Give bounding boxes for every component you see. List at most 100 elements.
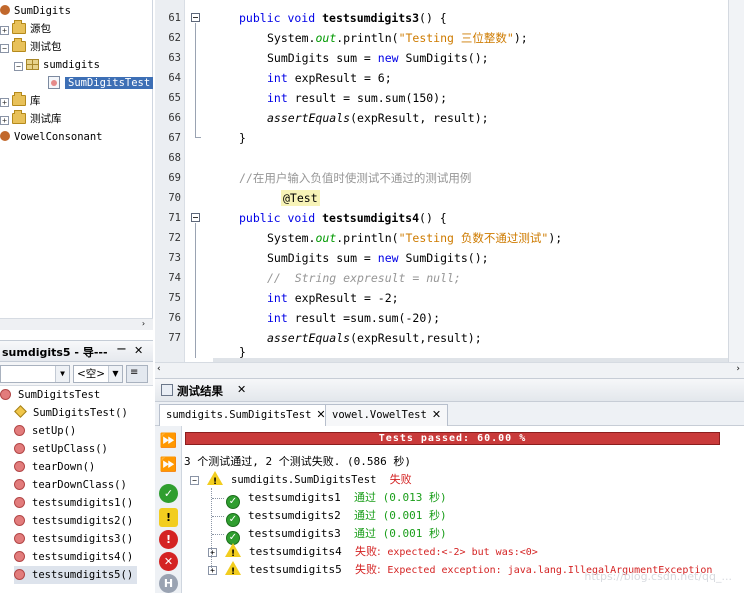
method-icon xyxy=(14,461,25,472)
tree-item-source-packages[interactable]: + 源包 xyxy=(0,20,51,38)
method-icon xyxy=(14,533,25,544)
expand-icon[interactable]: + xyxy=(0,26,9,35)
code-line: int expResult = -2; xyxy=(267,291,399,305)
fold-toggle-icon[interactable] xyxy=(191,213,200,222)
test-results-toolbar: ⏩ ⏩ ✓ ! ! ✕ H xyxy=(155,426,182,593)
test-results-title[interactable]: 测试结果 xyxy=(177,383,223,399)
code-line: } xyxy=(239,131,246,145)
fold-guide xyxy=(195,223,196,358)
line-number: 71 xyxy=(168,212,181,224)
method-icon xyxy=(14,569,25,580)
test-results-icon xyxy=(161,384,173,396)
nav-member-item[interactable]: setUp() xyxy=(14,422,76,440)
code-line: SumDigits sum = new SumDigits(); xyxy=(267,51,489,65)
show-skipped-icon[interactable]: H xyxy=(159,574,178,593)
watermark: https://blog.csdn.net/qq_... xyxy=(584,570,732,583)
code-line: SumDigits sum = new SumDigits(); xyxy=(267,251,489,265)
scroll-right-icon[interactable]: › xyxy=(736,364,740,374)
line-number: 70 xyxy=(168,192,181,204)
test-results-tabs: sumdigits.SumDigitsTest ✕ vowel.VowelTest… xyxy=(155,402,744,427)
folder-icon xyxy=(12,20,26,34)
code-editor[interactable]: 61 62 63 64 65 66 67 68 69 70 71 72 73 7… xyxy=(155,0,744,362)
show-failed-icon[interactable]: ! xyxy=(159,508,178,527)
tree-item-vowelconsonant-project[interactable]: VowelConsonant xyxy=(0,128,103,146)
test-row[interactable]: ✓ testsumdigits3 通过 (0.001 秒) xyxy=(226,525,447,545)
nav-member-item-selected[interactable]: testsumdigits5() xyxy=(14,566,138,584)
code-line: public void testsumdigits4() { xyxy=(239,211,447,225)
member-scope-select[interactable]: ▼ xyxy=(0,365,70,383)
error-stripe[interactable] xyxy=(728,0,744,362)
tree-item-test-libraries[interactable]: + 测试库 xyxy=(0,110,62,128)
line-number: 62 xyxy=(168,32,181,44)
nav-member-item[interactable]: SumDigitsTest() xyxy=(14,404,128,422)
fold-margin xyxy=(185,0,211,362)
line-number: 69 xyxy=(168,172,181,184)
nav-member-item[interactable]: tearDown() xyxy=(14,458,95,476)
class-icon xyxy=(0,389,11,400)
nav-member-item[interactable]: tearDownClass() xyxy=(14,476,127,494)
nav-member-item[interactable]: testsumdigits2() xyxy=(14,512,133,530)
code-line: assertEquals(expResult,result); xyxy=(267,331,482,345)
tab-sumdigits-test[interactable]: sumdigits.SumDigitsTest ✕ xyxy=(159,404,333,427)
code-line: // String expresult = null; xyxy=(267,271,461,285)
method-icon xyxy=(14,497,25,508)
nav-member-item[interactable]: setUpClass() xyxy=(14,440,108,458)
code-line: public void testsumdigits3() { xyxy=(239,11,447,25)
show-passed-icon[interactable]: ✓ xyxy=(159,484,178,503)
code-line: assertEquals(expResult, result); xyxy=(267,111,489,125)
collapse-icon[interactable]: − xyxy=(14,62,23,71)
expand-icon[interactable]: + xyxy=(0,116,9,125)
line-number: 75 xyxy=(168,292,181,304)
code-line: System.out.println("Testing 负数不通过测试"); xyxy=(267,231,563,245)
fold-toggle-icon[interactable] xyxy=(191,13,200,22)
java-project-icon xyxy=(0,131,10,141)
filter-select[interactable]: <空> ▼ xyxy=(73,365,123,383)
horizontal-scrollbar[interactable]: › xyxy=(0,318,153,330)
navigator-toolbar: ▼ <空> ▼ ≡ xyxy=(0,362,153,386)
sort-button[interactable]: ≡ xyxy=(126,365,148,383)
navigator-member-list: SumDigitsTest SumDigitsTest() setUp() se… xyxy=(0,386,153,593)
editor-status-strip: ‹ › xyxy=(155,362,744,378)
line-number: 77 xyxy=(168,332,181,344)
tree-item-sumdigitstest[interactable]: SumDigitsTest xyxy=(48,74,154,92)
close-icon[interactable]: ✕ xyxy=(237,383,246,396)
collapse-icon[interactable]: − xyxy=(0,44,9,53)
fold-guide xyxy=(195,23,196,137)
scroll-left-icon[interactable]: ‹ xyxy=(157,364,161,374)
tree-guide xyxy=(212,534,224,535)
library-folder-icon xyxy=(12,110,26,124)
warning-icon xyxy=(207,471,223,491)
rerun-icon[interactable]: ⏩ xyxy=(159,432,178,451)
nav-member-item[interactable]: testsumdigits4() xyxy=(14,548,133,566)
close-icon[interactable]: ✕ xyxy=(432,408,441,421)
expand-icon[interactable]: + xyxy=(208,566,217,575)
test-suite-row[interactable]: −sumdigits.SumDigitsTest 失败 xyxy=(190,471,412,491)
minimize-button[interactable]: − xyxy=(116,342,127,357)
test-row[interactable]: ✓ testsumdigits2 通过 (0.001 秒) xyxy=(226,507,447,527)
tab-vowel-test[interactable]: vowel.VowelTest ✕ xyxy=(325,404,449,426)
line-number: 65 xyxy=(168,92,181,104)
fold-guide xyxy=(195,137,201,138)
collapse-icon[interactable]: − xyxy=(190,476,199,485)
test-row-failed[interactable]: +testsumdigits4 失败: expected:<-2> but wa… xyxy=(208,543,538,563)
line-number: 68 xyxy=(168,152,181,164)
tree-item-sumdigits-project[interactable]: SumDigits xyxy=(0,2,71,20)
nav-class-item[interactable]: SumDigitsTest xyxy=(0,386,100,404)
close-button[interactable]: ✕ xyxy=(134,344,143,357)
expand-icon[interactable]: + xyxy=(208,548,217,557)
rerun-failed-icon[interactable]: ⏩ xyxy=(159,456,178,475)
nav-member-item[interactable]: testsumdigits3() xyxy=(14,530,133,548)
warning-icon xyxy=(225,561,241,581)
nav-member-item[interactable]: testsumdigits1() xyxy=(14,494,133,512)
tree-item-package-sumdigits[interactable]: − sumdigits xyxy=(14,56,100,74)
test-summary: 3 个测试通过, 2 个测试失败. (0.586 秒) xyxy=(184,455,411,468)
show-errors-icon[interactable]: ! xyxy=(159,530,178,549)
tree-item-libraries[interactable]: + 库 xyxy=(0,92,41,110)
test-row[interactable]: ✓ testsumdigits1 通过 (0.013 秒) xyxy=(226,489,447,509)
constructor-icon xyxy=(14,405,27,418)
show-aborted-icon[interactable]: ✕ xyxy=(159,552,178,571)
line-number: 74 xyxy=(168,272,181,284)
tree-item-test-packages[interactable]: − 测试包 xyxy=(0,38,62,56)
expand-icon[interactable]: + xyxy=(0,98,9,107)
scroll-right-icon[interactable]: › xyxy=(141,319,146,328)
